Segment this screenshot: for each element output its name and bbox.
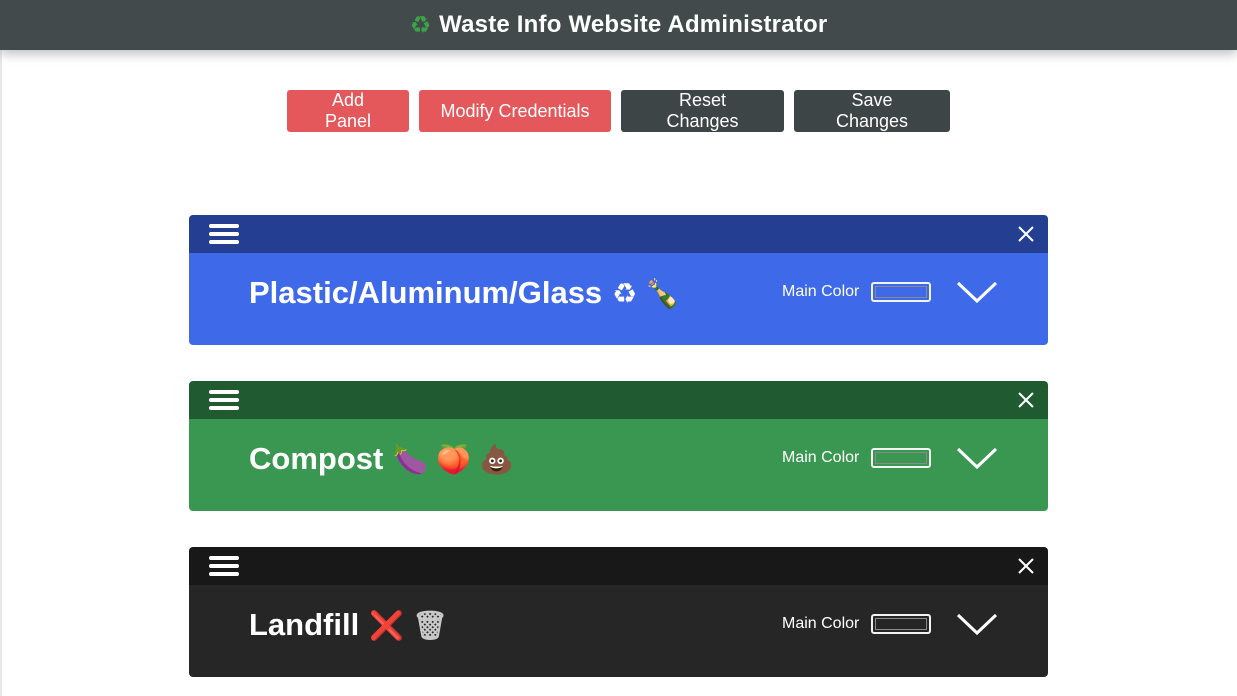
reset-changes-button[interactable]: Reset Changes	[621, 90, 784, 132]
peach-icon: 🍑	[436, 442, 472, 476]
drag-handle-icon[interactable]	[209, 556, 239, 576]
action-toolbar: Add Panel Modify Credentials Reset Chang…	[0, 90, 1237, 132]
panel-title-text: Plastic/Aluminum/Glass	[249, 275, 603, 310]
panel-compost: Compost 🍆 🍑 💩 Main Color	[189, 381, 1048, 511]
panel-header	[189, 381, 1048, 419]
color-swatch	[875, 452, 927, 464]
main-color-label: Main Color	[782, 283, 860, 300]
main-color-label: Main Color	[782, 449, 860, 466]
chevron-down-icon[interactable]	[955, 445, 999, 471]
main-color-label: Main Color	[782, 615, 860, 632]
panel-header	[189, 547, 1048, 585]
chevron-down-icon[interactable]	[955, 279, 999, 305]
left-edge-divider	[0, 50, 2, 696]
panel-title: Landfill ❌ 🗑	[249, 607, 456, 643]
panel-title: Plastic/Aluminum/Glass ♻ 🍾	[249, 275, 688, 311]
panel-plastic-aluminum-glass: Plastic/Aluminum/Glass ♻ 🍾 Main Color	[189, 215, 1048, 345]
main-color-picker[interactable]	[871, 448, 931, 468]
modify-credentials-button[interactable]: Modify Credentials	[419, 90, 611, 132]
panel-title: Compost 🍆 🍑 💩	[249, 441, 522, 477]
poop-icon: 💩	[479, 442, 514, 476]
recycle-icon: ♻	[409, 11, 432, 39]
panel-title-text: Landfill	[249, 607, 360, 642]
recycle-icon: ♻	[612, 276, 638, 310]
panel-body: Landfill ❌ 🗑 Main Color	[189, 585, 1048, 677]
close-icon[interactable]	[1016, 556, 1036, 576]
save-changes-button[interactable]: Save Changes	[794, 90, 950, 132]
top-bar: ♻ Waste Info Website Administrator	[0, 0, 1237, 50]
panel-body: Plastic/Aluminum/Glass ♻ 🍾 Main Color	[189, 253, 1048, 345]
cross-mark-icon: ❌	[369, 608, 405, 642]
panel-body: Compost 🍆 🍑 💩 Main Color	[189, 419, 1048, 511]
drag-handle-icon[interactable]	[209, 224, 239, 244]
color-swatch	[875, 618, 927, 630]
page-title: Waste Info Website Administrator	[439, 11, 828, 38]
wastebasket-icon: 🗑	[412, 608, 448, 642]
chevron-down-icon[interactable]	[955, 611, 999, 637]
eggplant-icon: 🍆	[393, 442, 429, 476]
panel-landfill: Landfill ❌ 🗑 Main Color	[189, 547, 1048, 677]
main-color-picker[interactable]	[871, 614, 931, 634]
close-icon[interactable]	[1016, 224, 1036, 244]
add-panel-button[interactable]: Add Panel	[287, 90, 409, 132]
panel-title-text: Compost	[249, 441, 384, 476]
main-color-picker[interactable]	[871, 282, 931, 302]
panel-header	[189, 215, 1048, 253]
color-swatch	[875, 286, 927, 298]
close-icon[interactable]	[1016, 390, 1036, 410]
champagne-bottle-icon: 🍾	[645, 276, 681, 310]
drag-handle-icon[interactable]	[209, 390, 239, 410]
